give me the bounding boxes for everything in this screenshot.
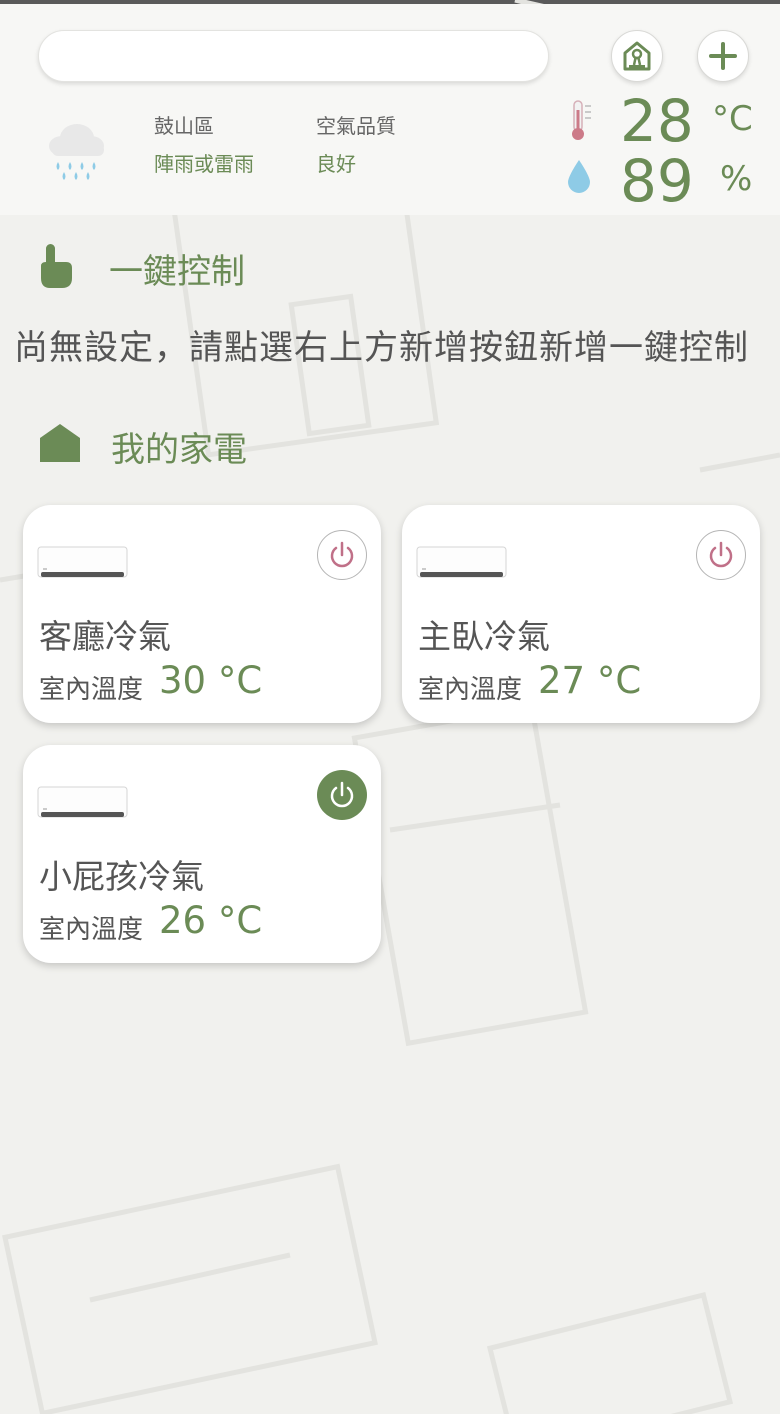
house-keyhole-icon <box>623 41 651 71</box>
plus-icon <box>709 42 737 70</box>
power-button[interactable] <box>317 770 367 820</box>
weather-condition: 陣雨或雷雨 <box>154 152 254 176</box>
indoor-temp-value: 30 °C <box>159 659 263 702</box>
pointing-hand-icon <box>41 244 72 288</box>
temperature-unit: °C <box>712 99 753 139</box>
appliances-section-title: 我的家電 <box>111 430 247 470</box>
one-click-section-title: 一鍵控制 <box>109 252 245 292</box>
air-quality-value: 良好 <box>316 152 356 176</box>
district-label: 鼓山區 <box>154 114 214 138</box>
search-input[interactable] <box>38 30 549 82</box>
appliance-card-living-room-ac[interactable]: 客廳冷氣 室內溫度 30 °C <box>23 505 381 723</box>
air-conditioner-icon <box>37 546 128 578</box>
indoor-temp-label: 室內溫度 <box>418 675 523 705</box>
appliance-name: 主臥冷氣 <box>418 617 550 656</box>
appliance-name: 客廳冷氣 <box>39 617 171 656</box>
add-button[interactable] <box>697 30 749 82</box>
thermometer-icon <box>572 100 591 140</box>
power-icon <box>330 781 354 808</box>
header-panel: 鼓山區 陣雨或雷雨 空氣品質 良好 28 °C 89 % <box>0 4 780 215</box>
power-button[interactable] <box>696 530 746 580</box>
indoor-temp-label: 室內溫度 <box>39 675 144 705</box>
home-icon <box>40 424 80 462</box>
appliance-name: 小屁孩冷氣 <box>39 857 204 896</box>
indoor-temp-label: 室內溫度 <box>39 915 144 945</box>
humidity-drop-icon <box>568 160 590 193</box>
appliance-card-kids-room-ac[interactable]: 小屁孩冷氣 室內溫度 26 °C <box>23 745 381 963</box>
temperature-value: 28 <box>620 87 694 155</box>
appliance-card-master-bedroom-ac[interactable]: 主臥冷氣 室內溫度 27 °C <box>402 505 760 723</box>
indoor-temp-value: 27 °C <box>538 659 642 702</box>
indoor-temp-value: 26 °C <box>159 899 263 942</box>
humidity-value: 89 <box>620 147 694 215</box>
air-conditioner-icon <box>416 546 507 578</box>
home-settings-button[interactable] <box>611 30 663 82</box>
humidity-unit: % <box>720 159 753 199</box>
rain-cloud-icon <box>49 124 104 180</box>
power-icon <box>709 541 733 568</box>
air-quality-label: 空氣品質 <box>316 114 396 138</box>
one-click-empty-message: 尚無設定，請點選右上方新增按鈕新增一鍵控制 <box>14 328 749 368</box>
air-conditioner-icon <box>37 786 128 818</box>
power-button[interactable] <box>317 530 367 580</box>
power-icon <box>330 541 354 568</box>
